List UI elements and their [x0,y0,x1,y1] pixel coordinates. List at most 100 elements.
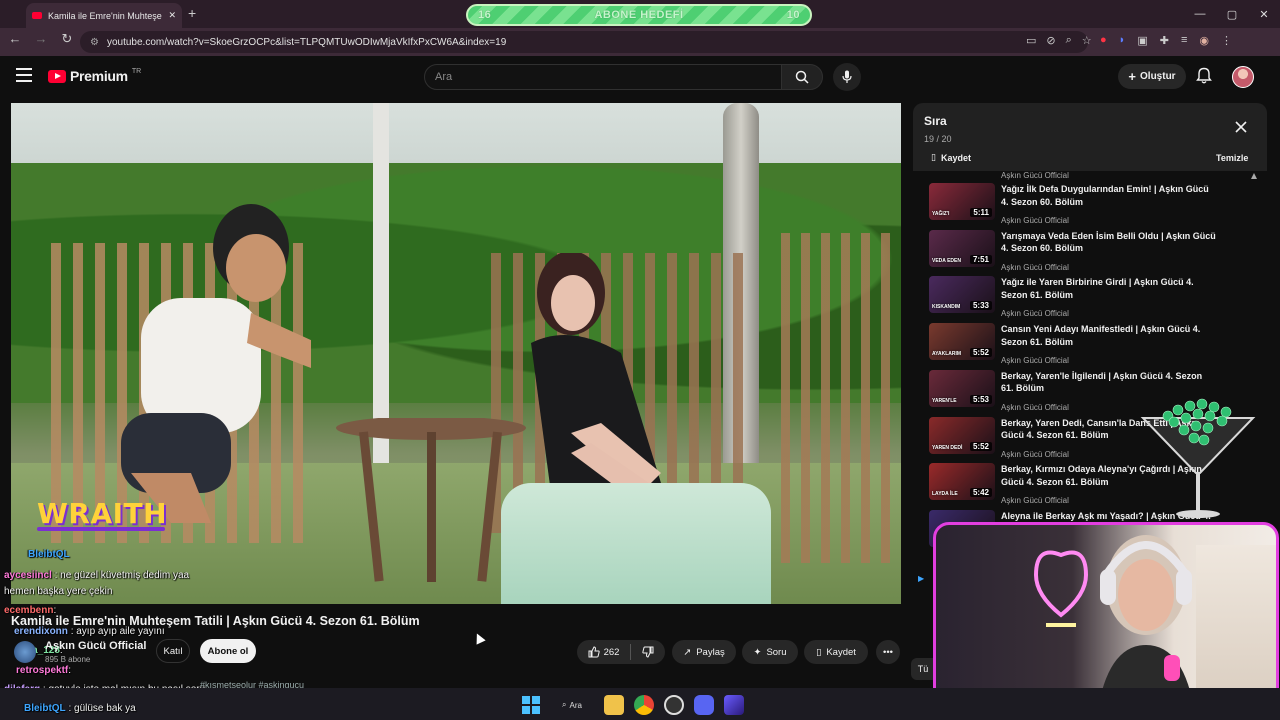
reload-icon[interactable]: ↻ [58,31,76,47]
like-separator [630,644,632,660]
thumbs-up-icon [588,646,600,658]
site-info-icon[interactable]: ⚙ [90,37,99,48]
eye-off-icon[interactable]: ⊘ [1046,34,1055,47]
share-button[interactable]: ↗ Paylaş [672,640,736,664]
install-icon[interactable]: ▭ [1026,34,1036,47]
user-avatar[interactable] [1232,66,1254,88]
channel-avatar[interactable] [14,641,36,663]
chat-message: retrospektf: [16,665,71,676]
microphone-icon [842,70,852,83]
play-next-icon[interactable]: ▶ [918,574,924,583]
playlist-thumbnail: YAREN DEDİ 5:52 [929,416,995,454]
voice-search-button[interactable] [833,63,861,91]
subscriber-count: 895 B abone [45,655,91,664]
video-scene-towel [501,483,771,604]
playlist-item[interactable]: YAĞIZ'I 5:11 Yağız İlk Defa Duygularından … [929,183,1249,229]
youtube-logo[interactable]: Premium TR [48,68,141,84]
extension-dark-icon[interactable]: ▣ [1137,34,1147,47]
share-label: Paylaş [696,646,725,658]
thumbs-down-icon[interactable] [642,646,654,658]
channel-name[interactable]: Aşkın Gücü Official [45,640,146,652]
chat-user: BleibtQL [24,703,66,714]
video-duration: 5:33 [969,301,992,311]
partial-channel: Aşkın Gücü Official [1001,171,1069,180]
playlist-save-label: Kaydet [940,152,971,163]
playlist-clear-button[interactable]: Temizle [1216,153,1248,163]
close-icon[interactable] [1235,121,1247,133]
playlist-thumbnail: KISKANDIM 5:33 [929,276,995,314]
playlist-thumbnail: YAREN'LE 5:53 [929,369,995,407]
taskbar-search-button[interactable]: ⌕ Ara [550,694,594,716]
like-button[interactable]: 262 [588,646,619,658]
extensions: ● ◗ ▣ ✚ ≡ ◉ ⋮ [1100,34,1232,47]
playlist-item[interactable]: KISKANDIM 5:33 Yağız ile Yaren Birbirine G… [929,276,1249,322]
obs-icon[interactable] [664,695,684,715]
zoom-icon[interactable]: ⌕ [1066,34,1072,47]
playlist-title: Sıra [924,114,947,128]
playlist-item-channel: Aşkın Gücü Official [1001,309,1069,319]
create-button[interactable]: + Oluştur [1118,64,1186,89]
subscribe-button[interactable]: Abone ol [200,639,256,663]
video-scene-pole [373,103,389,463]
search-input[interactable]: Ara [424,64,782,90]
ask-button[interactable]: ✦ Soru [742,640,798,664]
youtube-favicon-icon [32,12,42,19]
new-tab-button[interactable]: + [188,5,196,21]
hamburger-menu-icon[interactable] [16,68,32,84]
thumbnail-caption: VEDA EDEN [932,257,961,264]
playlist-count: 19 / 20 [924,134,952,144]
extension-blue-icon[interactable]: ◗ [1119,34,1126,47]
minimize-button[interactable]: — [1184,0,1216,28]
playlist-item-title: Yarışmaya Veda Eden İsim Belli Oldu | Aş… [1001,230,1216,254]
thumbnail-caption: LAYDA İLE [932,491,958,498]
extension-red-icon[interactable]: ● [1100,34,1107,47]
discord-icon[interactable] [694,695,714,715]
notifications-bell-icon[interactable] [1196,67,1212,85]
playlist-item[interactable]: VEDA EDEN 7:51 Yarışmaya Veda Eden İsim Be… [929,229,1249,276]
url-actions: ▭ ⊘ ⌕ ☆ [1026,34,1092,47]
goal-current: 16 [478,9,492,21]
wraith-underline [37,527,165,531]
playlist-item-channel: Aşkın Gücü Official [1001,496,1069,506]
chat-user: BleibtQL [28,549,70,560]
search-button[interactable] [781,64,823,90]
chat-text: : [68,665,72,676]
extensions-puzzle-icon[interactable]: ✚ [1160,34,1169,47]
logo-region: TR [131,67,142,75]
tu-chip[interactable]: Tü [911,658,935,680]
save-button[interactable]: ▯ Kaydet [804,640,868,664]
file-explorer-icon[interactable] [604,695,624,715]
thumbnail-caption: YAREN'LE [932,397,957,404]
ask-label: Soru [766,646,787,658]
browser-tab[interactable]: Kamila ile Emre'nin Muhteşem T ✕ [26,3,182,28]
close-tab-icon[interactable]: ✕ [168,10,176,21]
profile-icon[interactable]: ◉ [1199,34,1209,47]
close-window-button[interactable]: ✕ [1248,0,1280,28]
star-icon[interactable]: ☆ [1082,34,1092,47]
playlist-save-button[interactable]: ▯ Kaydet [931,152,971,163]
forward-icon[interactable]: → [32,31,50,47]
bookmark-icon: ▯ [931,152,936,162]
chat-message: BleibtQL : gülüse bak ya [24,703,136,714]
video-duration: 5:11 [970,208,992,217]
chrome-icon[interactable] [634,695,654,715]
youtube-play-icon [48,69,66,83]
more-actions-button[interactable]: ••• [876,640,900,664]
back-icon[interactable]: ← [6,31,24,47]
url-bar[interactable]: ⚙ youtube.com/watch?v=SkoeGrzOCPc&list=T… [80,31,1088,53]
thumbnail-caption: YAREN DEDİ [932,444,963,451]
video-scene-man [121,204,311,523]
sparkle-icon: ✦ [753,646,762,658]
martini-glass-decoration [1140,398,1256,518]
join-button[interactable]: Katıl [156,639,190,663]
chat-message: hemen başka yere çekin [4,586,112,597]
browser-menu-icon[interactable]: ⋮ [1221,34,1232,47]
search-icon [795,70,809,84]
chat-user: aycesiincl [4,570,52,581]
playlist-thumbnail: YAĞIZ'I 5:11 [929,183,995,220]
windows-start-icon[interactable] [522,696,540,714]
app-icon[interactable] [724,695,744,715]
playlist-item[interactable]: AYAKLARIM 5:52 Cansın Yeni Adayı Manifestl… [929,323,1249,369]
reading-list-icon[interactable]: ≡ [1181,34,1187,47]
maximize-button[interactable]: ▢ [1216,0,1248,28]
